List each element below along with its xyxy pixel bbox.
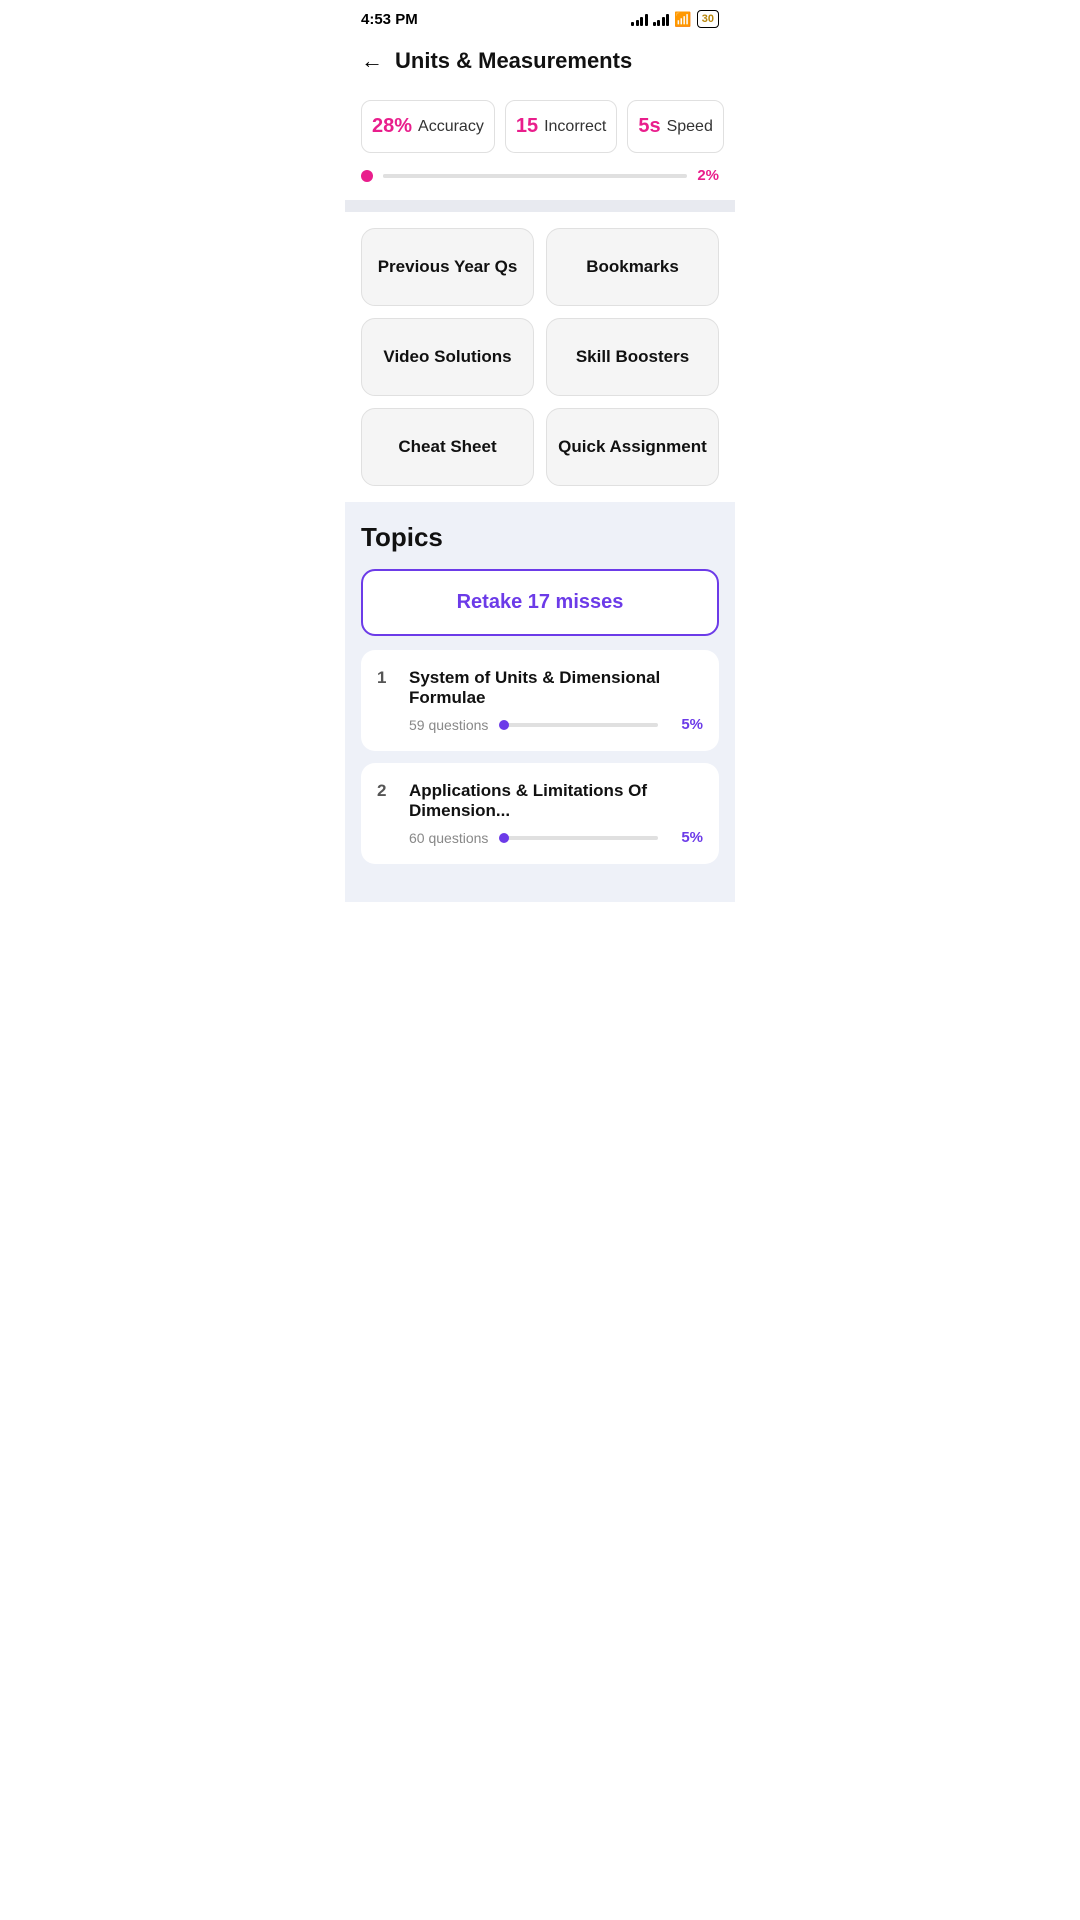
topic-questions-1: 59 questions <box>409 717 489 733</box>
accuracy-label: Accuracy <box>418 118 484 136</box>
topic-pct-1: 5% <box>668 716 703 733</box>
progress-fill <box>383 174 389 178</box>
back-button[interactable]: ← <box>361 48 383 74</box>
cheat-sheet-button[interactable]: Cheat Sheet <box>361 408 534 486</box>
incorrect-stat: 15 Incorrect <box>505 100 618 153</box>
status-time: 4:53 PM <box>361 11 418 28</box>
signal-bars-2 <box>653 12 670 26</box>
bookmarks-button[interactable]: Bookmarks <box>546 228 719 306</box>
topic-row-top-2: 2 Applications & Limitations Of Dimensio… <box>377 781 703 821</box>
section-divider <box>345 200 735 212</box>
topic-name-2: Applications & Limitations Of Dimension.… <box>409 781 703 821</box>
topic-questions-2: 60 questions <box>409 830 489 846</box>
previous-year-qs-button[interactable]: Previous Year Qs <box>361 228 534 306</box>
topic-pct-2: 5% <box>668 829 703 846</box>
stats-section: 28% Accuracy 15 Incorrect 5s Speed <box>345 84 735 153</box>
stats-row: 28% Accuracy 15 Incorrect 5s Speed <box>361 100 719 153</box>
skill-boosters-button[interactable]: Skill Boosters <box>546 318 719 396</box>
topic-row-top-1: 1 System of Units & Dimensional Formulae <box>377 668 703 708</box>
incorrect-label: Incorrect <box>544 118 606 136</box>
accuracy-value: 28% <box>372 115 412 138</box>
topic-card-2[interactable]: 2 Applications & Limitations Of Dimensio… <box>361 763 719 864</box>
retake-button[interactable]: Retake 17 misses <box>361 569 719 636</box>
status-bar: 4:53 PM 📶 30 <box>345 0 735 34</box>
progress-percent: 2% <box>697 167 719 184</box>
speed-value: 5s <box>638 115 660 138</box>
progress-section: 2% <box>345 167 735 200</box>
action-grid: Previous Year Qs Bookmarks Video Solutio… <box>345 212 735 502</box>
topic-progress-track-2 <box>499 836 658 840</box>
topic-num-1: 1 <box>377 668 397 688</box>
speed-label: Speed <box>667 118 713 136</box>
wifi-icon: 📶 <box>674 11 691 28</box>
topic-meta-2: 60 questions 5% <box>377 829 703 846</box>
topic-card-1[interactable]: 1 System of Units & Dimensional Formulae… <box>361 650 719 751</box>
topic-meta-1: 59 questions 5% <box>377 716 703 733</box>
battery-icon: 30 <box>697 10 719 28</box>
incorrect-value: 15 <box>516 115 538 138</box>
topics-heading: Topics <box>361 522 719 553</box>
progress-dot <box>361 170 373 182</box>
status-icons: 📶 30 <box>631 10 719 28</box>
page-title: Units & Measurements <box>395 48 632 74</box>
topic-progress-dot-1 <box>499 720 509 730</box>
topic-progress-dot-2 <box>499 833 509 843</box>
quick-assignment-button[interactable]: Quick Assignment <box>546 408 719 486</box>
page-header: ← Units & Measurements <box>345 34 735 84</box>
topic-num-2: 2 <box>377 781 397 801</box>
speed-stat: 5s Speed <box>627 100 724 153</box>
topic-name-1: System of Units & Dimensional Formulae <box>409 668 703 708</box>
video-solutions-button[interactable]: Video Solutions <box>361 318 534 396</box>
topics-section: Topics Retake 17 misses 1 System of Unit… <box>345 502 735 902</box>
topic-progress-track-1 <box>499 723 658 727</box>
progress-track <box>383 174 687 178</box>
accuracy-stat: 28% Accuracy <box>361 100 495 153</box>
signal-bars-1 <box>631 12 648 26</box>
